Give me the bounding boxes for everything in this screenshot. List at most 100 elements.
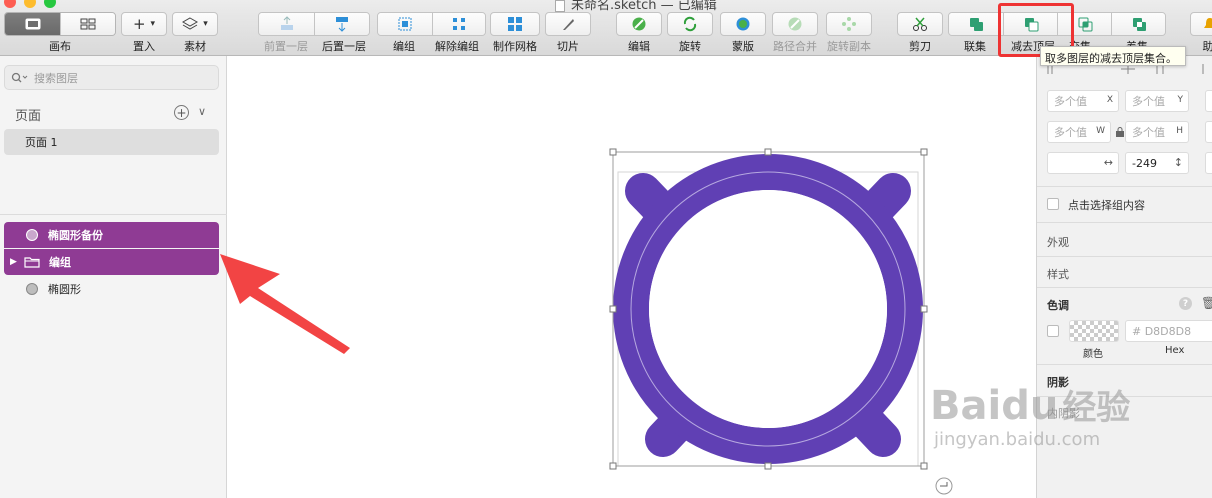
rotate-label: 旋转 (679, 40, 701, 53)
insert-label: 置入 (133, 40, 155, 53)
ungroup-button[interactable] (431, 13, 485, 35)
add-page-button[interactable]: + (174, 105, 189, 120)
lock-icon[interactable] (1115, 127, 1125, 137)
grid-label: 制作网格 (493, 40, 537, 53)
group-button[interactable] (378, 13, 432, 35)
plus-icon: + (176, 105, 187, 120)
path-merge-label: 路径合并 (773, 40, 817, 53)
edit-path-icon (632, 17, 646, 31)
scissors-icon (913, 17, 927, 31)
assistant-button[interactable] (1190, 12, 1212, 36)
subtract-tooltip: 取多图层的减去顶层集合。 (1040, 46, 1186, 66)
grid-icon (80, 18, 96, 30)
layer-name: 椭圆形 (48, 283, 81, 296)
annotation-arrow-icon (220, 254, 350, 354)
canvas-icon (25, 18, 40, 30)
help-icon[interactable]: ? (1179, 297, 1192, 310)
components-view-button[interactable] (60, 13, 115, 35)
extra-field-partial[interactable] (1205, 90, 1212, 112)
rotate-button[interactable] (667, 12, 713, 36)
insert-button[interactable]: + ▾ (121, 12, 167, 36)
layer-row-oval-copy[interactable]: 椭圆形备份 (4, 222, 219, 248)
make-grid-button[interactable] (490, 12, 540, 36)
inspector-panel: 多个值 X 多个值 Y 多个值 W 多个值 H ↔ -249 ↕ 点击选择组内容 外观 样… (1036, 56, 1212, 498)
plus-icon: + (132, 15, 146, 33)
layer-row-oval[interactable]: 椭圆形 (4, 276, 219, 302)
path-merge-button[interactable] (772, 12, 818, 36)
extra-field-partial-2[interactable] (1205, 121, 1212, 143)
rotate-icon (683, 16, 697, 32)
chevron-down-icon: ▾ (150, 19, 156, 29)
mask-label: 蒙版 (732, 40, 754, 53)
page-item-label: 页面 1 (25, 136, 58, 149)
inspector-divider (1037, 256, 1212, 257)
page-item[interactable]: 页面 1 (4, 129, 219, 155)
bring-forward-button[interactable] (259, 13, 315, 35)
union-label: 联集 (964, 40, 986, 53)
width-field[interactable]: 多个值 W (1047, 121, 1111, 143)
height-field[interactable]: 多个值 H (1125, 121, 1189, 143)
click-select-checkbox[interactable] (1047, 198, 1059, 210)
canvas-view-button[interactable] (5, 13, 60, 35)
flip-horizontal-icon: ↔ (1103, 156, 1113, 169)
collapse-pages-chevron-icon[interactable]: ∨ (198, 105, 206, 118)
flip-field[interactable]: ↔ (1047, 152, 1119, 174)
close-window-button[interactable] (4, 0, 16, 8)
bell-icon (1204, 18, 1212, 28)
ungroup-label: 解除编组 (435, 40, 479, 53)
canvas-label: 画布 (49, 40, 71, 53)
inspector-divider (1037, 186, 1212, 187)
stepper-icon[interactable]: ↕ (1174, 156, 1183, 169)
layer-row-group[interactable]: ▶ 编组 (4, 249, 219, 275)
mask-button[interactable] (720, 12, 766, 36)
group-label: 编组 (393, 40, 415, 53)
difference-icon (1132, 18, 1146, 31)
inspector-divider (1037, 287, 1212, 288)
forward-label: 前置一层 (264, 40, 308, 53)
knife-icon (563, 19, 574, 30)
symbols-label: 素材 (184, 40, 206, 53)
edit-button[interactable] (616, 12, 662, 36)
minimize-window-button[interactable] (24, 0, 36, 8)
tint-checkbox[interactable] (1047, 325, 1059, 337)
rotate-copies-button[interactable] (826, 12, 872, 36)
union-button[interactable] (949, 13, 1003, 35)
send-backward-icon (336, 17, 349, 32)
extra-field-partial-3[interactable] (1205, 152, 1212, 174)
scissors-button[interactable] (897, 12, 943, 36)
edit-label: 编辑 (628, 40, 650, 53)
grouping-group (377, 12, 486, 36)
ungroup-icon (452, 18, 465, 30)
search-icon (11, 72, 28, 82)
appearance-label: 外观 (1047, 236, 1069, 249)
ring-inner-hole (649, 190, 887, 428)
symbols-button[interactable]: ▾ (172, 12, 218, 36)
scissors-label: 剪刀 (909, 40, 931, 53)
rotate-copies-icon (842, 17, 856, 31)
color-swatch[interactable] (1069, 320, 1119, 342)
make-grid-icon (508, 17, 522, 31)
send-backward-button[interactable] (314, 13, 369, 35)
document-icon (555, 0, 565, 12)
trash-icon[interactable]: 🗑 (1201, 296, 1212, 310)
group-icon (398, 17, 412, 31)
zoom-window-button[interactable] (44, 0, 56, 8)
y-position-field[interactable]: 多个值 Y (1125, 90, 1189, 112)
slice-button[interactable] (545, 12, 591, 36)
layer-search-input[interactable]: 搜索图层 (4, 65, 219, 90)
rotation-field[interactable]: -249 ↕ (1125, 152, 1189, 174)
rotate-copies-label: 旋转副本 (827, 40, 871, 53)
inspector-divider (1037, 396, 1212, 397)
assist-label: 助 (1202, 40, 1212, 53)
disclosure-triangle-icon[interactable]: ▶ (10, 257, 17, 267)
difference-button[interactable] (1111, 13, 1165, 35)
inner-shadow-label: 内阴影 (1047, 407, 1080, 420)
hex-input[interactable]: # D8D8D8 (1125, 320, 1212, 342)
canvas-view-toggle (4, 12, 116, 36)
sidebar-divider (0, 214, 227, 215)
oval-icon (26, 229, 38, 241)
oval-icon (26, 283, 38, 295)
tint-label: 色调 (1047, 299, 1069, 312)
x-position-field[interactable]: 多个值 X (1047, 90, 1119, 112)
hex-caption: Hex (1165, 345, 1185, 356)
